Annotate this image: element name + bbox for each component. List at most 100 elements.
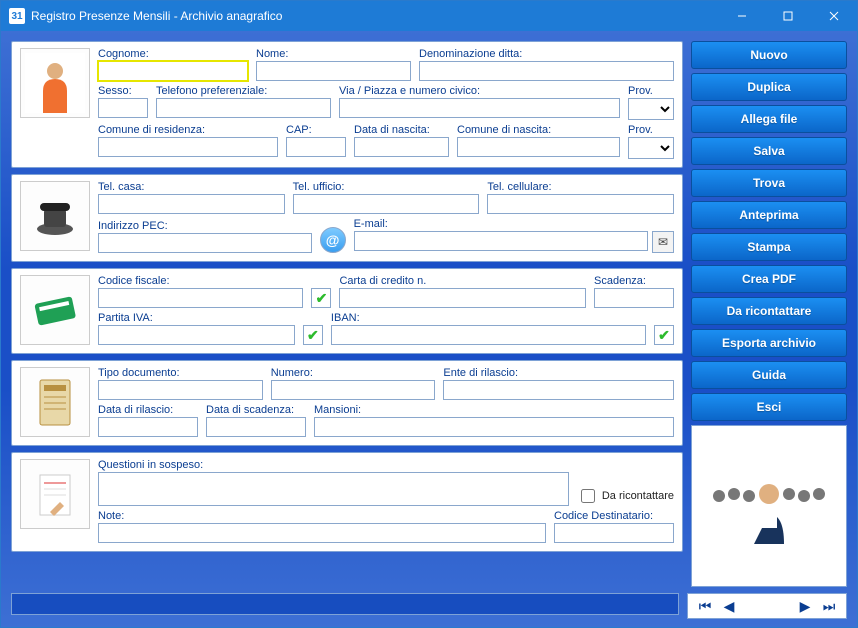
input-comunen[interactable] xyxy=(457,137,620,157)
label-via: Via / Piazza e numero civico: xyxy=(339,85,620,97)
label-dataril: Data di rilascio: xyxy=(98,404,198,416)
thumb-notes xyxy=(20,459,90,529)
iban-check-icon[interactable]: ✔ xyxy=(654,325,674,345)
minimize-button[interactable] xyxy=(719,1,765,31)
panel-documento: Tipo documento: Numero: Ente di rilascio… xyxy=(11,360,683,446)
input-note[interactable] xyxy=(98,523,546,543)
button-daricontattare[interactable]: Da ricontattare xyxy=(691,297,847,325)
label-comuneres: Comune di residenza: xyxy=(98,124,278,136)
nav-controls: ⏮ ◀ ▶ ⏭ xyxy=(687,593,847,619)
label-nome: Nome: xyxy=(256,48,411,60)
input-teluff[interactable] xyxy=(293,194,480,214)
thumb-card xyxy=(20,275,90,345)
nav-last-icon[interactable]: ⏭ xyxy=(820,597,838,615)
label-iban: IBAN: xyxy=(331,312,646,324)
panel-anagrafica: Cognome: Nome: Denominazione ditta: Sess… xyxy=(11,41,683,168)
label-telcell: Tel. cellulare: xyxy=(487,181,674,193)
label-sesso: Sesso: xyxy=(98,85,148,97)
label-ente: Ente di rilascio: xyxy=(443,367,674,379)
button-guida[interactable]: Guida xyxy=(691,361,847,389)
label-note: Note: xyxy=(98,510,546,522)
label-cdest: Codice Destinatario: xyxy=(554,510,674,522)
label-telcasa: Tel. casa: xyxy=(98,181,285,193)
label-piva: Partita IVA: xyxy=(98,312,295,324)
input-iban[interactable] xyxy=(331,325,646,345)
input-cap[interactable] xyxy=(286,137,346,157)
checkbox-daricontattare[interactable]: Da ricontattare xyxy=(577,486,674,506)
input-cognome[interactable] xyxy=(98,61,248,81)
app-window: 31 Registro Presenze Mensili - Archivio … xyxy=(0,0,858,628)
email-action-button[interactable]: ✉ xyxy=(652,231,674,253)
app-icon: 31 xyxy=(9,8,25,24)
panel-fisco: Codice fiscale: ✔ Carta di credito n. Sc… xyxy=(11,268,683,354)
input-numero[interactable] xyxy=(271,380,436,400)
label-scad: Scadenza: xyxy=(594,275,674,287)
button-anteprima[interactable]: Anteprima xyxy=(691,201,847,229)
label-cap: CAP: xyxy=(286,124,346,136)
panel-telefoni: Tel. casa: Tel. ufficio: Tel. cellulare:… xyxy=(11,174,683,262)
status-bar xyxy=(11,593,679,615)
label-daric: Da ricontattare xyxy=(602,490,674,502)
label-cf: Codice fiscale: xyxy=(98,275,303,287)
input-ente[interactable] xyxy=(443,380,674,400)
input-scad[interactable] xyxy=(594,288,674,308)
input-pec[interactable] xyxy=(98,233,312,253)
maximize-button[interactable] xyxy=(765,1,811,31)
button-duplica[interactable]: Duplica xyxy=(691,73,847,101)
window-title: Registro Presenze Mensili - Archivio ana… xyxy=(31,9,282,23)
crowd-image xyxy=(691,425,847,587)
thumb-doc xyxy=(20,367,90,437)
input-nome[interactable] xyxy=(256,61,411,81)
input-cf[interactable] xyxy=(98,288,303,308)
nav-prev-icon[interactable]: ◀ xyxy=(720,597,738,615)
client-area: Cognome: Nome: Denominazione ditta: Sess… xyxy=(1,31,857,627)
label-teluff: Tel. ufficio: xyxy=(293,181,480,193)
input-questioni[interactable] xyxy=(98,472,569,506)
input-denom[interactable] xyxy=(419,61,674,81)
label-tipodoc: Tipo documento: xyxy=(98,367,263,379)
input-tipodoc[interactable] xyxy=(98,380,263,400)
select-prov1[interactable] xyxy=(628,98,674,120)
button-pdf[interactable]: Crea PDF xyxy=(691,265,847,293)
input-via[interactable] xyxy=(339,98,620,118)
input-telpref[interactable] xyxy=(156,98,331,118)
input-email[interactable] xyxy=(354,231,648,251)
input-sesso[interactable] xyxy=(98,98,148,118)
panel-note: Questioni in sospeso: Da ricontattare No… xyxy=(11,452,683,552)
thumb-person xyxy=(20,48,90,118)
button-esci[interactable]: Esci xyxy=(691,393,847,421)
button-salva[interactable]: Salva xyxy=(691,137,847,165)
label-questioni: Questioni in sospeso: xyxy=(98,459,569,471)
input-telcasa[interactable] xyxy=(98,194,285,214)
input-datascad[interactable] xyxy=(206,417,306,437)
thumb-phone xyxy=(20,181,90,251)
titlebar: 31 Registro Presenze Mensili - Archivio … xyxy=(1,1,857,31)
select-prov2[interactable] xyxy=(628,137,674,159)
input-comuneres[interactable] xyxy=(98,137,278,157)
label-datascad: Data di scadenza: xyxy=(206,404,306,416)
button-esporta[interactable]: Esporta archivio xyxy=(691,329,847,357)
nav-next-icon[interactable]: ▶ xyxy=(796,597,814,615)
input-mansioni[interactable] xyxy=(314,417,674,437)
button-trova[interactable]: Trova xyxy=(691,169,847,197)
input-dataril[interactable] xyxy=(98,417,198,437)
input-cc[interactable] xyxy=(339,288,586,308)
input-telcell[interactable] xyxy=(487,194,674,214)
checkbox-daric-input[interactable] xyxy=(581,489,595,503)
label-denom: Denominazione ditta: xyxy=(419,48,674,60)
label-pec: Indirizzo PEC: xyxy=(98,220,312,232)
close-button[interactable] xyxy=(811,1,857,31)
email-icon: @ xyxy=(320,227,346,253)
cf-check-icon[interactable]: ✔ xyxy=(311,288,331,308)
label-datan: Data di nascita: xyxy=(354,124,449,136)
input-datan[interactable] xyxy=(354,137,449,157)
button-nuovo[interactable]: Nuovo xyxy=(691,41,847,69)
button-allega[interactable]: Allega file xyxy=(691,105,847,133)
nav-first-icon[interactable]: ⏮ xyxy=(696,597,714,615)
piva-check-icon[interactable]: ✔ xyxy=(303,325,323,345)
label-cognome: Cognome: xyxy=(98,48,248,60)
input-cdest[interactable] xyxy=(554,523,674,543)
button-stampa[interactable]: Stampa xyxy=(691,233,847,261)
input-piva[interactable] xyxy=(98,325,295,345)
label-comunen: Comune di nascita: xyxy=(457,124,620,136)
